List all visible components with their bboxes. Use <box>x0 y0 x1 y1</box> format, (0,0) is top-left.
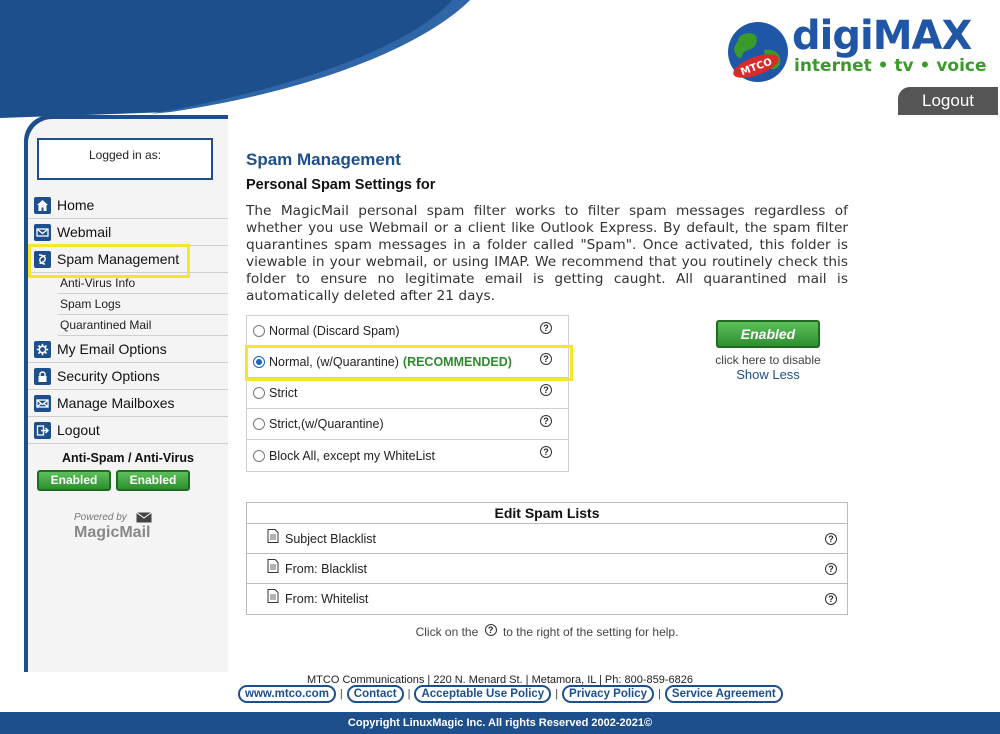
sidebar-item-webmail[interactable]: Webmail <box>28 219 228 246</box>
sidebar-item-spam-management[interactable]: Spam Management <box>28 244 228 278</box>
sidebar-item-label: Security Options <box>57 368 160 384</box>
help-icon[interactable]: ? <box>540 446 552 458</box>
footer-link-mtco[interactable]: www.mtco.com <box>238 685 336 703</box>
option-normal-quarantine[interactable]: Normal, (w/Quarantine) (RECOMMENDED) ? <box>245 345 573 381</box>
sidebar-item-my-email-options[interactable]: My Email Options <box>28 336 228 363</box>
header-logout-button[interactable]: Logout <box>898 87 998 115</box>
help-note: Click on the ? to the right of the setti… <box>415 624 679 639</box>
home-icon <box>34 196 51 214</box>
page-title: Spam Management <box>246 150 401 169</box>
logged-in-label: Logged in as: <box>88 148 162 162</box>
document-icon <box>267 558 279 573</box>
spam-level-options: Normal (Discard Spam) ? Normal, (w/Quara… <box>245 315 573 472</box>
list-item-subject-blacklist[interactable]: Subject Blacklist ? <box>247 524 847 554</box>
sidebar-item-manage-mailboxes[interactable]: Manage Mailboxes <box>28 390 228 417</box>
edit-spam-lists-table: Edit Spam Lists Subject Blacklist ? From… <box>246 502 848 615</box>
disable-note[interactable]: click here to disable <box>698 353 838 367</box>
gear-icon <box>34 340 51 358</box>
radio-button[interactable] <box>253 449 265 462</box>
logout-icon <box>34 421 51 439</box>
help-icon[interactable]: ? <box>825 563 837 575</box>
envelope-icon <box>34 394 51 412</box>
help-icon[interactable]: ? <box>540 353 552 365</box>
list-item-from-blacklist[interactable]: From: Blacklist ? <box>247 554 847 584</box>
copyright-bar: Copyright LinuxMagic Inc. All rights Res… <box>0 712 1000 734</box>
magicmail-envelope-icon <box>136 512 152 523</box>
sidebar-item-label: Manage Mailboxes <box>57 395 175 411</box>
help-icon[interactable]: ? <box>540 384 552 396</box>
help-icon[interactable]: ? <box>540 322 552 334</box>
sidebar-item-label: My Email Options <box>57 341 167 357</box>
sidebar-item-home[interactable]: Home <box>28 192 228 219</box>
antivirus-enabled-button[interactable]: Enabled <box>116 470 190 491</box>
radio-button-selected[interactable] <box>253 356 265 368</box>
document-icon <box>267 589 279 603</box>
list-item-label: From: Whitelist <box>285 592 369 606</box>
sidebar-subitem-quarantined-mail[interactable]: Quarantined Mail <box>58 315 228 336</box>
spam-filter-enabled-button[interactable]: Enabled <box>716 320 820 348</box>
footer-link-service-agreement[interactable]: Service Agreement <box>664 685 783 703</box>
footer-link-privacy[interactable]: Privacy Policy <box>562 685 655 703</box>
option-label: Normal, (w/Quarantine) <box>269 355 399 369</box>
logo-brand: digiMAX <box>792 13 972 59</box>
footer-separator: | <box>407 688 411 700</box>
powered-by-label: Powered by <box>74 512 127 523</box>
spam-filter-description: The MagicMail personal spam filter works… <box>246 203 848 304</box>
lock-icon <box>34 367 51 385</box>
option-label: Block All, except my WhiteList <box>269 448 436 463</box>
antispam-antivirus-buttons: Enabled Enabled <box>37 470 227 491</box>
envelope-icon <box>34 223 51 241</box>
logo-tagline: internet • tv • voice <box>794 56 987 76</box>
main-content: Spam Management Personal Spam Settings f… <box>228 115 1000 672</box>
page-subtitle: Personal Spam Settings for <box>246 177 436 193</box>
globe-icon: MTCO <box>728 22 788 82</box>
list-item-from-whitelist[interactable]: From: Whitelist ? <box>247 584 847 614</box>
radio-button[interactable] <box>253 387 265 399</box>
option-label: Normal (Discard Spam) <box>269 324 400 338</box>
page-header: MTCO digiMAX internet • tv • voice Logou… <box>0 0 1000 118</box>
document-icon <box>267 528 279 543</box>
option-strict-quarantine[interactable]: Strict,(w/Quarantine) ? <box>247 409 568 440</box>
option-block-all[interactable]: Block All, except my WhiteList ? <box>247 440 568 471</box>
option-strict[interactable]: Strict ? <box>247 378 568 409</box>
sidebar-item-label: Spam Management <box>57 251 180 267</box>
footer-separator: | <box>555 688 559 700</box>
edit-spam-lists-header: Edit Spam Lists <box>247 503 847 524</box>
help-icon[interactable]: ? <box>825 533 837 545</box>
digimax-logo[interactable]: MTCO digiMAX internet • tv • voice <box>726 14 996 84</box>
sidebar-subitem-spam-logs[interactable]: Spam Logs <box>58 294 228 315</box>
antispam-enabled-button[interactable]: Enabled <box>37 470 111 491</box>
help-icon: ? <box>484 624 497 636</box>
footer-link-acceptable-use[interactable]: Acceptable Use Policy <box>414 685 552 703</box>
sidebar: Logged in as: Home Webmail Spam Manageme… <box>28 119 228 672</box>
list-item-label: Subject Blacklist <box>285 531 377 546</box>
magicmail-logo-text: MagicMail <box>74 524 151 541</box>
option-label: Strict <box>269 386 298 400</box>
footer-link-contact[interactable]: Contact <box>346 685 404 703</box>
spam-icon <box>34 250 51 268</box>
sidebar-item-logout[interactable]: Logout <box>28 417 228 444</box>
sidebar-item-label: Logout <box>57 422 100 438</box>
show-less-link[interactable]: Show Less <box>698 367 838 382</box>
help-icon[interactable]: ? <box>825 593 837 605</box>
sidebar-item-label: Home <box>57 197 95 213</box>
sidebar-item-label: Webmail <box>57 224 112 240</box>
help-icon[interactable]: ? <box>540 415 552 427</box>
logged-in-box: Logged in as: <box>37 138 213 180</box>
sidebar-nav: Home Webmail Spam Management Anti-Virus … <box>28 192 228 444</box>
powered-by-magicmail: Powered by MagicMail <box>74 512 174 542</box>
antispam-antivirus-title: Anti-Spam / Anti-Virus <box>62 451 194 465</box>
footer-separator: | <box>339 688 343 700</box>
footer-separator: | <box>658 688 661 700</box>
radio-button[interactable] <box>253 418 265 430</box>
list-item-label: From: Blacklist <box>285 561 367 576</box>
footer-links: www.mtco.com | Contact | Acceptable Use … <box>238 685 783 703</box>
sidebar-item-security-options[interactable]: Security Options <box>28 363 228 390</box>
radio-button[interactable] <box>253 325 265 337</box>
option-normal-discard[interactable]: Normal (Discard Spam) ? <box>247 316 568 347</box>
recommended-badge: (RECOMMENDED) <box>402 355 512 369</box>
option-label: Strict,(w/Quarantine) <box>269 417 384 431</box>
